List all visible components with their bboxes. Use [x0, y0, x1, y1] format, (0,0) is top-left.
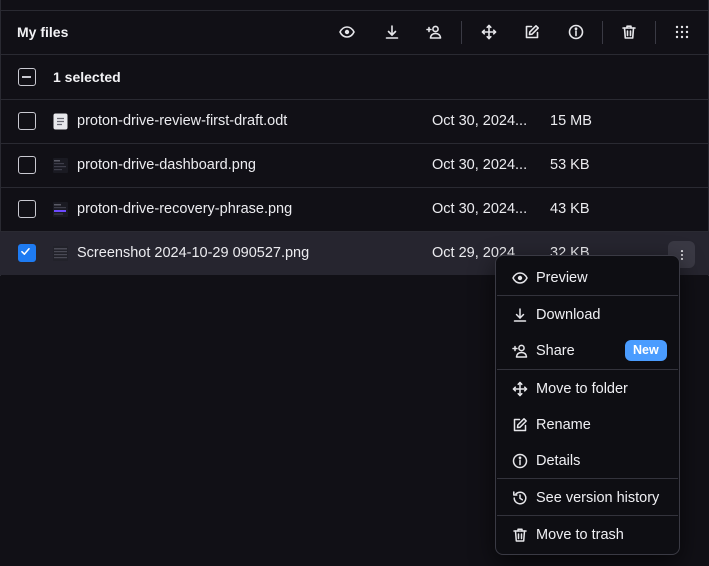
file-size: 53 KB	[550, 157, 590, 173]
menu-item-label: Download	[536, 307, 601, 323]
trash-icon	[622, 25, 636, 39]
trash-button[interactable]	[616, 19, 642, 45]
file-modified-date: Oct 30, 2024...	[432, 157, 528, 173]
menu-separator	[497, 295, 678, 296]
menu-item-label: Move to trash	[536, 527, 624, 543]
share-button[interactable]	[421, 19, 447, 45]
context-menu: Preview Download Share New Move to folde…	[495, 255, 680, 555]
share-user-icon	[512, 343, 528, 359]
file-name[interactable]: Screenshot 2024-10-29 090527.png	[77, 245, 309, 261]
menu-item-rename[interactable]: Rename	[496, 408, 679, 442]
table-row[interactable]: proton-drive-recovery-phrase.png Oct 30,…	[0, 188, 709, 232]
grid-dots-icon	[675, 25, 689, 39]
rename-button[interactable]	[519, 19, 545, 45]
menu-item-version-history[interactable]: See version history	[496, 481, 679, 515]
menu-item-label: Share	[536, 343, 575, 359]
image-thumbnail-icon	[53, 246, 68, 261]
menu-item-details[interactable]: Details	[496, 444, 679, 478]
preview-button[interactable]	[334, 19, 360, 45]
new-badge: New	[625, 340, 667, 361]
move-button[interactable]	[476, 19, 502, 45]
download-button[interactable]	[379, 19, 405, 45]
row-checkbox[interactable]	[18, 200, 36, 218]
share-user-icon	[426, 25, 442, 39]
download-icon	[385, 25, 399, 39]
row-checkbox[interactable]	[18, 112, 36, 130]
edit-icon	[525, 25, 539, 39]
info-icon	[512, 453, 528, 469]
history-icon	[512, 490, 528, 506]
move-icon	[481, 24, 497, 40]
toolbar-separator	[461, 21, 462, 44]
more-actions-button[interactable]	[669, 19, 695, 45]
details-button[interactable]	[563, 19, 589, 45]
file-modified-date: Oct 30, 2024...	[432, 113, 528, 129]
info-icon	[568, 24, 584, 40]
image-thumbnail-icon	[53, 158, 68, 173]
file-browser: My files 1 selected proton-drive-review-…	[0, 0, 709, 566]
toolbar-separator	[602, 21, 603, 44]
toolbar-separator	[655, 21, 656, 44]
trash-icon	[512, 527, 528, 543]
file-name[interactable]: proton-drive-dashboard.png	[77, 157, 256, 173]
table-row[interactable]: proton-drive-dashboard.png Oct 30, 2024.…	[0, 144, 709, 188]
menu-item-label: Rename	[536, 417, 591, 433]
menu-item-label: Move to folder	[536, 381, 628, 397]
edit-icon	[512, 417, 528, 433]
row-checkbox-checked[interactable]	[18, 244, 36, 262]
selection-bar: 1 selected	[0, 55, 709, 100]
move-icon	[512, 381, 528, 397]
document-icon	[53, 113, 68, 130]
checkmark-icon	[21, 248, 30, 255]
menu-separator	[497, 478, 678, 479]
file-size: 43 KB	[550, 201, 590, 217]
menu-separator	[497, 369, 678, 370]
toolbar: My files	[0, 11, 709, 55]
eye-icon	[339, 26, 355, 38]
menu-item-preview[interactable]: Preview	[496, 261, 679, 295]
table-row[interactable]: proton-drive-review-first-draft.odt Oct …	[0, 100, 709, 144]
image-thumbnail-icon	[53, 202, 68, 217]
row-checkbox[interactable]	[18, 156, 36, 174]
download-icon	[512, 307, 528, 323]
menu-item-download[interactable]: Download	[496, 298, 679, 332]
file-modified-date: Oct 30, 2024...	[432, 201, 528, 217]
menu-item-move-to-trash[interactable]: Move to trash	[496, 518, 679, 552]
menu-item-label: See version history	[536, 490, 660, 506]
file-name[interactable]: proton-drive-recovery-phrase.png	[77, 201, 292, 217]
file-size: 15 MB	[550, 113, 592, 129]
menu-item-share[interactable]: Share New	[496, 334, 679, 368]
menu-item-move-to-folder[interactable]: Move to folder	[496, 372, 679, 406]
select-all-checkbox[interactable]	[18, 68, 36, 86]
file-name[interactable]: proton-drive-review-first-draft.odt	[77, 113, 287, 129]
menu-item-label: Details	[536, 453, 581, 469]
selection-count: 1 selected	[53, 69, 121, 85]
menu-separator	[497, 515, 678, 516]
eye-icon	[512, 270, 528, 286]
menu-item-label: Preview	[536, 270, 588, 286]
page-title: My files	[17, 24, 69, 40]
